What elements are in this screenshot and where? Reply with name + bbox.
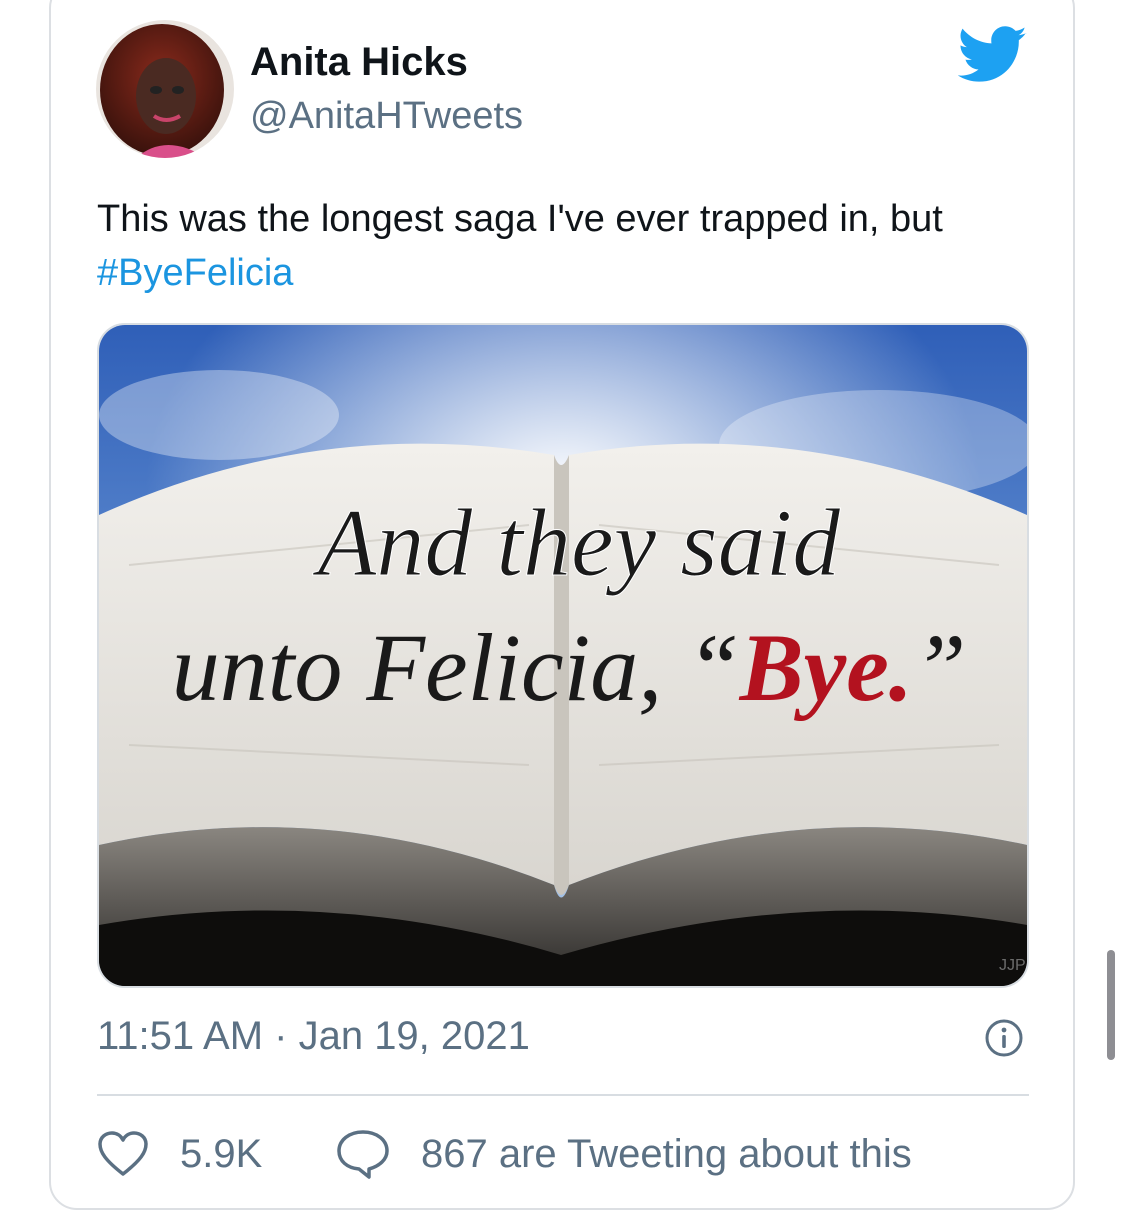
author-name[interactable]: Anita Hicks	[250, 40, 468, 85]
image-watermark: JJP	[999, 957, 1026, 974]
scrollbar[interactable]	[1107, 950, 1115, 1060]
caption-bye: Bye.	[739, 614, 913, 721]
hashtag-link[interactable]: #ByeFelicia	[97, 252, 293, 294]
tweet-image[interactable]: And they said unto Felicia, “Bye.” JJP	[97, 323, 1029, 988]
tweet-text-main: This was the longest saga I've ever trap…	[97, 198, 943, 240]
image-caption-line1: And they said	[312, 489, 842, 596]
caption-suffix: ”	[913, 614, 966, 721]
tweet-timestamp[interactable]: 11:51 AM · Jan 19, 2021	[97, 1014, 530, 1059]
image-caption-line2: unto Felicia, “Bye.”	[172, 614, 967, 721]
tweeting-about-link[interactable]: 867 are Tweeting about this	[421, 1132, 912, 1177]
like-count[interactable]: 5.9K	[180, 1132, 262, 1177]
avatar[interactable]	[96, 20, 234, 158]
info-icon[interactable]	[984, 1018, 1024, 1058]
caption-prefix: unto Felicia, “	[172, 614, 740, 721]
divider	[97, 1094, 1029, 1096]
heart-icon[interactable]	[97, 1130, 149, 1178]
tweet-text: This was the longest saga I've ever trap…	[97, 192, 1057, 300]
author-handle[interactable]: @AnitaHTweets	[250, 95, 523, 138]
reply-bubble-icon[interactable]	[335, 1128, 391, 1180]
twitter-bird-icon[interactable]	[957, 26, 1028, 84]
